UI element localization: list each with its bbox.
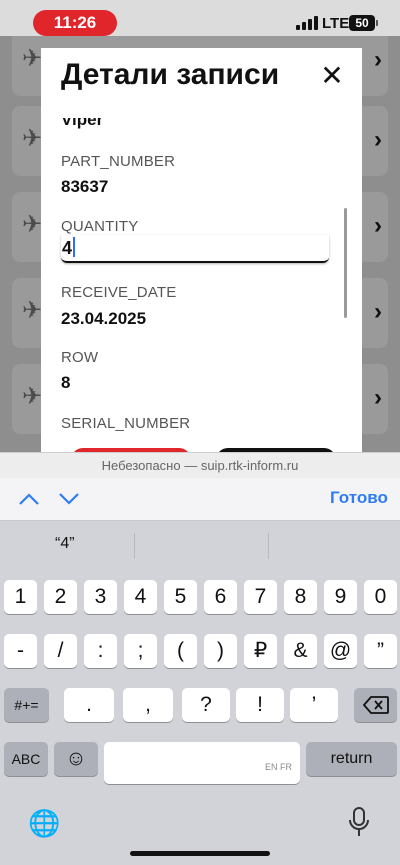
field-label-part-number: PART_NUMBER <box>61 153 176 170</box>
microphone-button[interactable] <box>344 806 374 838</box>
record-details-modal: Детали записи ✕ Viper PART_NUMBER 83637 … <box>41 48 362 456</box>
key-6[interactable]: 6 <box>204 580 237 614</box>
suggestion-divider <box>134 533 135 559</box>
next-field-button[interactable] <box>54 484 84 514</box>
key-open-paren[interactable]: ( <box>164 634 197 668</box>
browser-url-bar[interactable]: Небезопасно — suip.rtk-inform.ru <box>0 452 400 478</box>
space-language-hint: EN FR <box>265 762 292 772</box>
key-ampersand[interactable]: & <box>284 634 317 668</box>
chevron-right-icon: › <box>374 212 382 239</box>
network-type: LTE <box>322 15 350 32</box>
chevron-right-icon: › <box>374 384 382 411</box>
abc-key[interactable]: ABC <box>4 742 48 776</box>
key-colon[interactable]: : <box>84 634 117 668</box>
field-label-row: ROW <box>61 349 99 366</box>
key-4[interactable]: 4 <box>124 580 157 614</box>
key-comma[interactable]: , <box>123 688 173 722</box>
form-accessory-bar: Готово <box>0 478 400 521</box>
field-value-receive-date: 23.04.2025 <box>61 309 147 328</box>
key-ruble[interactable]: ₽ <box>244 634 277 668</box>
status-time: 11:26 <box>33 10 117 36</box>
key-3[interactable]: 3 <box>84 580 117 614</box>
suggestion-divider <box>268 533 269 559</box>
chevron-up-icon <box>19 493 39 505</box>
modal-title: Детали записи <box>61 58 280 91</box>
key-slash[interactable]: / <box>44 634 77 668</box>
key-close-paren[interactable]: ) <box>204 634 237 668</box>
globe-icon[interactable]: 🌐 <box>28 808 60 838</box>
key-period[interactable]: . <box>64 688 114 722</box>
suggestion-bar: “4” <box>0 521 400 571</box>
space-key[interactable]: EN FR <box>104 742 300 784</box>
key-2[interactable]: 2 <box>44 580 77 614</box>
key-5[interactable]: 5 <box>164 580 197 614</box>
field-value-part-number: 83637 <box>61 177 109 196</box>
field-label-receive-date: RECEIVE_DATE <box>61 284 177 301</box>
chevron-right-icon: › <box>374 126 382 153</box>
quantity-input-value: 4 <box>62 238 73 258</box>
emoji-key[interactable]: ☺ <box>54 742 98 776</box>
chevron-right-icon: › <box>374 298 382 325</box>
field-label-serial-number: SERIAL_NUMBER <box>61 415 191 432</box>
emoji-icon: ☺ <box>65 747 87 770</box>
battery-icon: 50 <box>349 15 378 31</box>
key-apostrophe[interactable]: ’ <box>290 688 338 722</box>
key-7[interactable]: 7 <box>244 580 277 614</box>
microphone-icon <box>349 807 369 836</box>
field-label-quantity: QUANTITY <box>61 218 139 235</box>
text-caret <box>73 237 76 257</box>
field-value-row: 8 <box>61 373 71 392</box>
key-1[interactable]: 1 <box>4 580 37 614</box>
signal-icon <box>296 16 318 30</box>
chevron-down-icon <box>59 493 79 505</box>
key-exclamation[interactable]: ! <box>236 688 284 722</box>
key-9[interactable]: 9 <box>324 580 357 614</box>
key-at[interactable]: @ <box>324 634 357 668</box>
return-key[interactable]: return <box>306 742 397 776</box>
home-indicator <box>130 851 270 856</box>
previous-field-value: Viper <box>61 110 104 129</box>
done-button[interactable]: Готово <box>330 488 388 508</box>
suggestion-item[interactable]: “4” <box>55 535 75 553</box>
key-more-symbols[interactable]: #+= <box>4 688 49 722</box>
previous-field-button[interactable] <box>14 484 44 514</box>
key-quote[interactable]: ” <box>364 634 397 668</box>
quantity-input[interactable]: 4 <box>61 235 329 263</box>
key-8[interactable]: 8 <box>284 580 317 614</box>
key-question[interactable]: ? <box>182 688 230 722</box>
close-button[interactable]: ✕ <box>317 62 347 92</box>
key-hyphen[interactable]: - <box>4 634 37 668</box>
key-semicolon[interactable]: ; <box>124 634 157 668</box>
chevron-right-icon: › <box>374 46 382 73</box>
key-0[interactable]: 0 <box>364 580 397 614</box>
backspace-key[interactable] <box>354 688 397 722</box>
modal-scrollbar[interactable] <box>344 208 347 318</box>
numeric-keyboard: “4” 1 2 3 4 5 6 7 8 9 0 - / : ; ( ) ₽ & … <box>0 521 400 865</box>
backspace-icon <box>362 696 389 714</box>
close-icon: ✕ <box>320 60 344 91</box>
